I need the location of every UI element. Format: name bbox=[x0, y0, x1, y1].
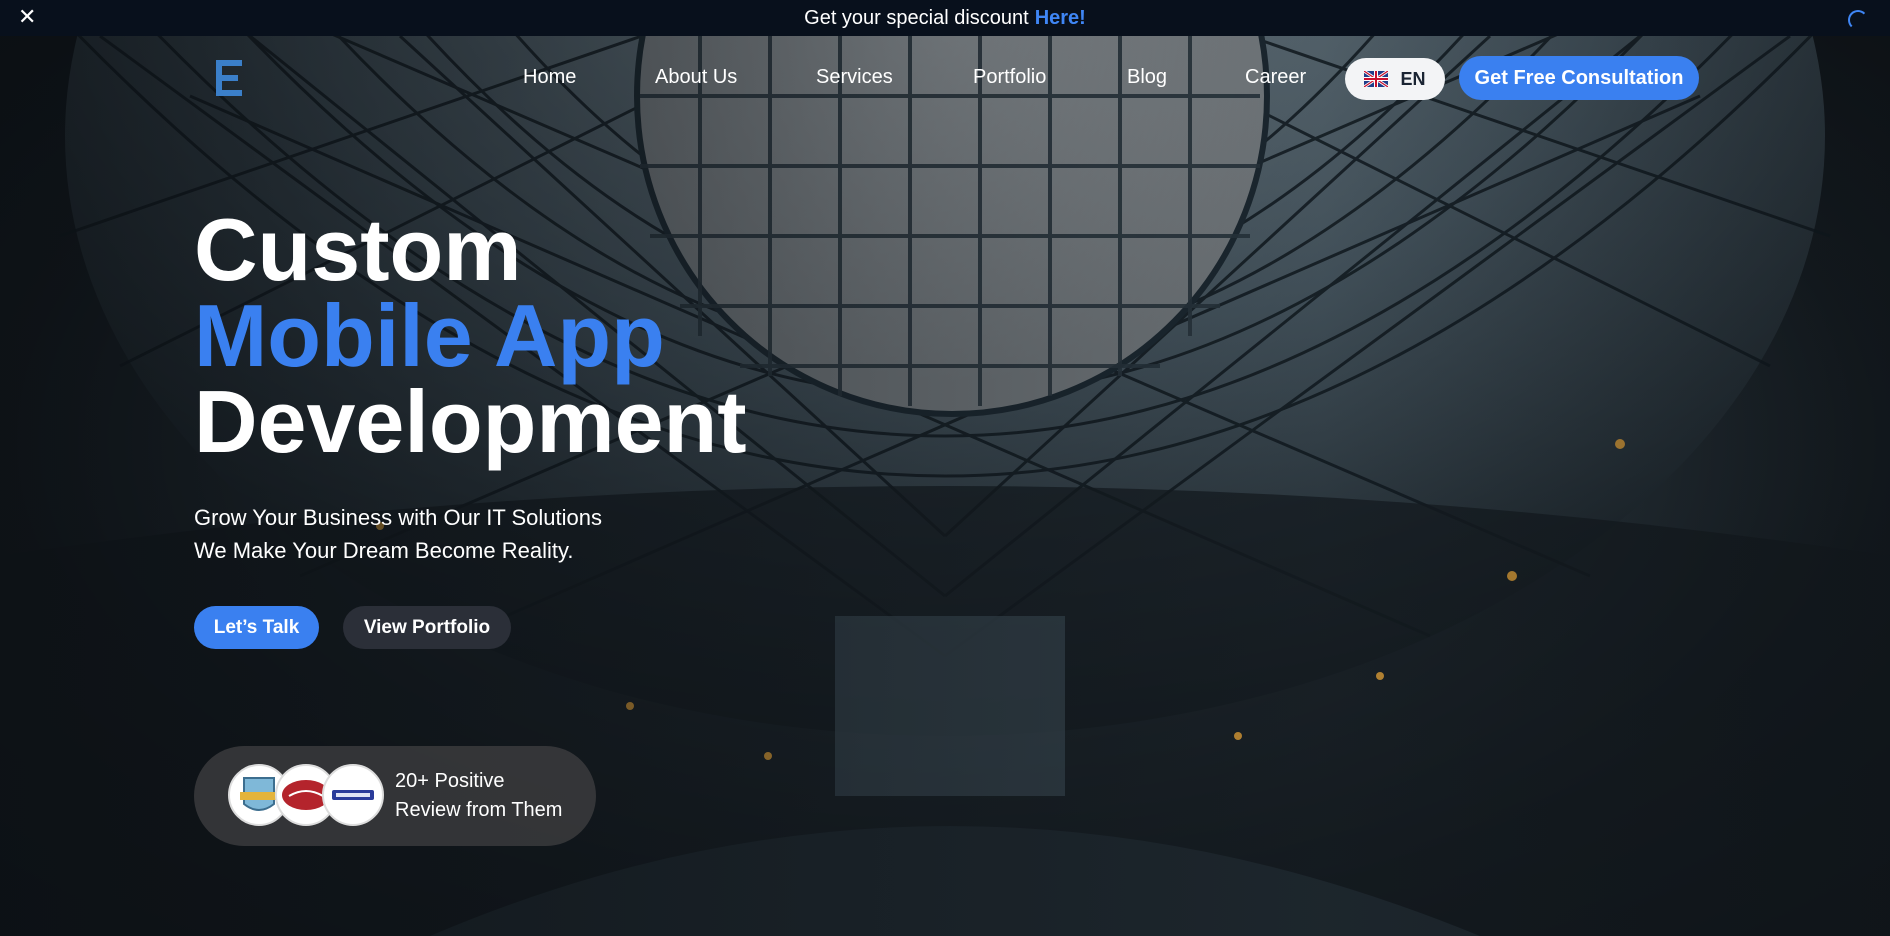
nav-home[interactable]: Home bbox=[523, 66, 576, 89]
language-label: EN bbox=[1400, 68, 1426, 89]
get-free-consultation-button[interactable]: Get Free Consultation bbox=[1459, 56, 1699, 100]
hero-subtitle-1: Grow Your Business with Our IT Solutions bbox=[194, 505, 603, 530]
hero-title-line-1: Custom bbox=[194, 200, 522, 299]
announcement-bar: ✕ Get your special discount Here! bbox=[0, 0, 1890, 36]
announcement-link[interactable]: Here! bbox=[1035, 7, 1086, 30]
nav-career[interactable]: Career bbox=[1245, 66, 1306, 89]
hero-subtitle-2: We Make Your Dream Become Reality. bbox=[194, 538, 574, 563]
hero-title-line-3: Development bbox=[194, 372, 747, 471]
loading-spinner-icon bbox=[1848, 10, 1868, 30]
language-selector[interactable]: EN bbox=[1345, 58, 1445, 100]
reviews-caption: Review from Them bbox=[395, 799, 563, 821]
client-logo-3-icon bbox=[322, 764, 384, 826]
main-navigation: Home About Us Services Portfolio Blog Ca… bbox=[0, 36, 1890, 118]
nav-blog[interactable]: Blog bbox=[1127, 66, 1167, 89]
reviews-count: 20+ Positive bbox=[395, 770, 505, 792]
announcement-text: Get your special discount bbox=[804, 6, 1029, 29]
close-icon[interactable]: ✕ bbox=[18, 5, 36, 29]
view-portfolio-button[interactable]: View Portfolio bbox=[343, 606, 511, 649]
reviews-badge: 20+ Positive Review from Them bbox=[194, 746, 596, 846]
nav-portfolio[interactable]: Portfolio bbox=[973, 66, 1046, 89]
company-logo-icon[interactable] bbox=[214, 56, 248, 100]
nav-about-us[interactable]: About Us bbox=[655, 66, 737, 89]
nav-services[interactable]: Services bbox=[816, 66, 893, 89]
uk-flag-icon bbox=[1364, 71, 1389, 87]
lets-talk-button[interactable]: Let’s Talk bbox=[194, 606, 319, 649]
hero-title-line-2: Mobile App bbox=[194, 286, 665, 385]
